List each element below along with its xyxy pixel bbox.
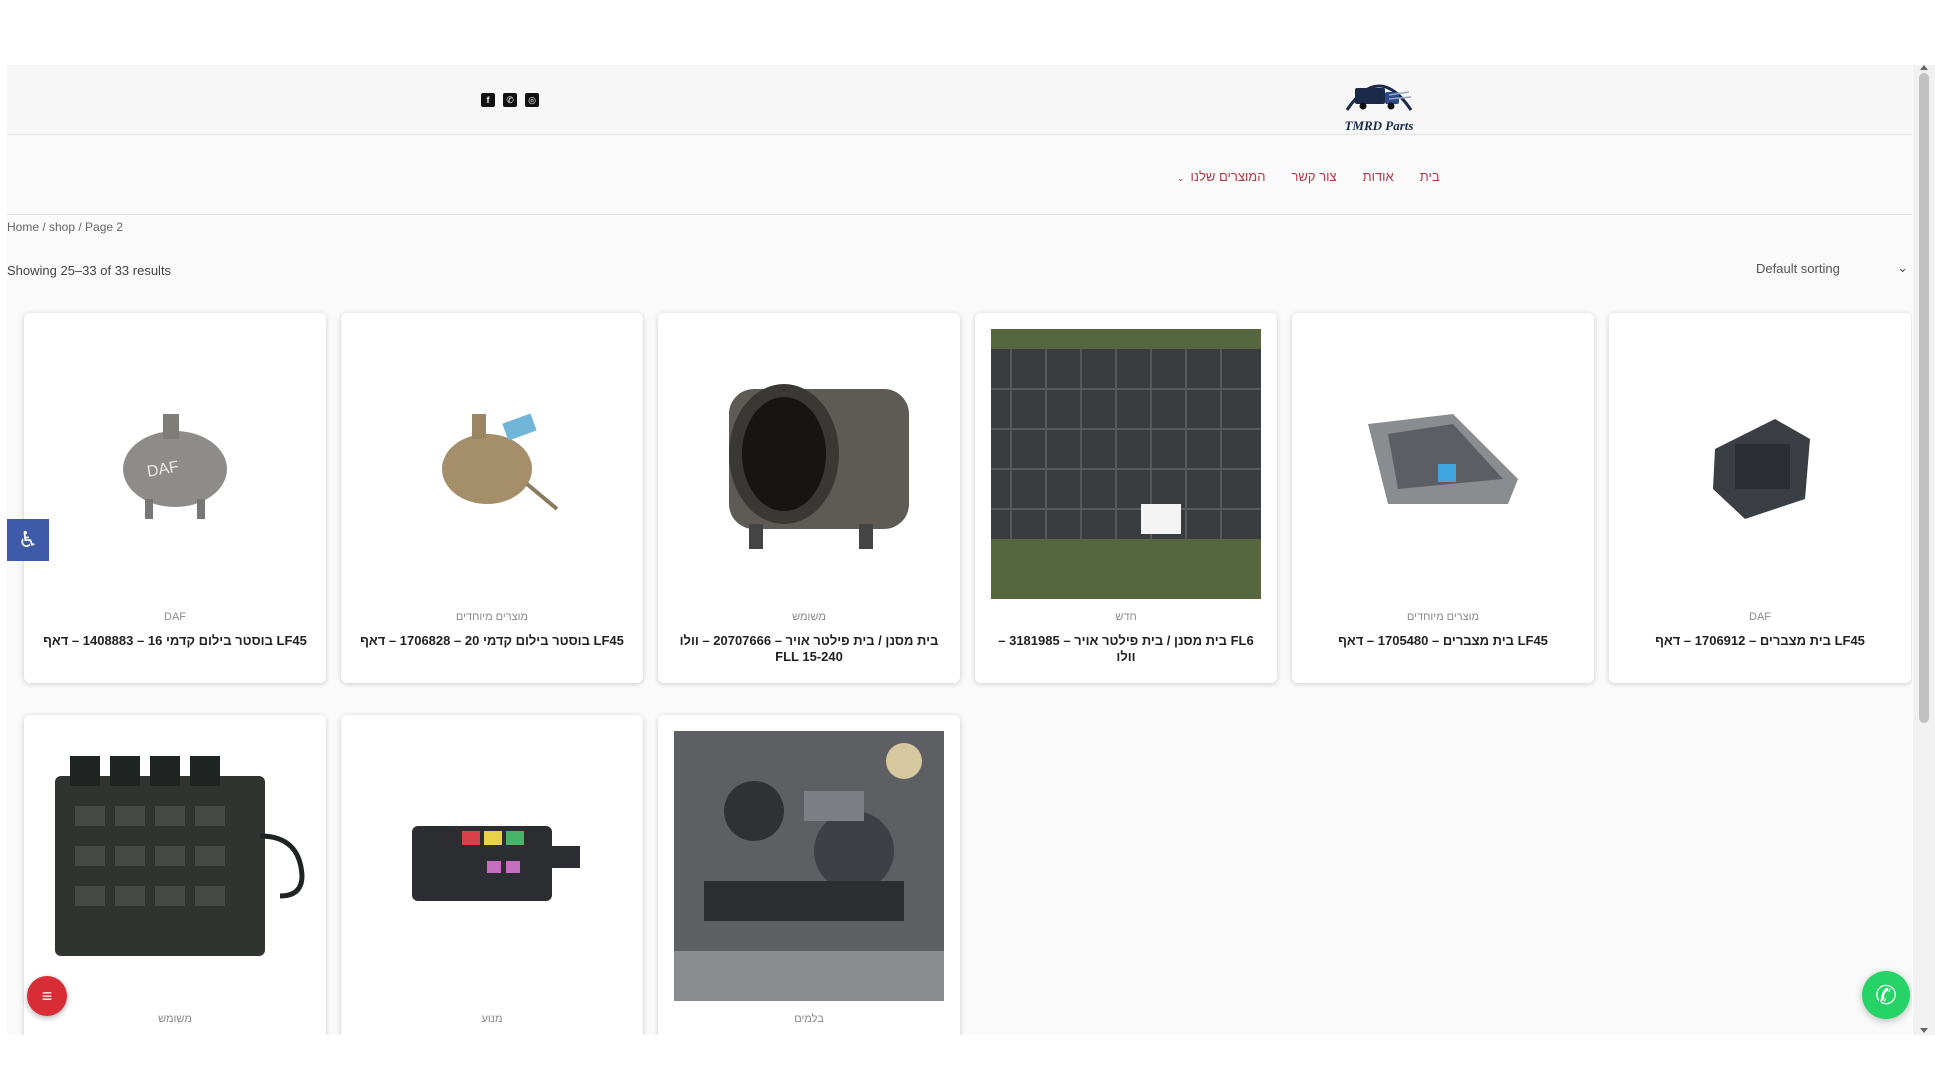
site-logo[interactable]: TMRD Parts [1329, 70, 1429, 133]
chevron-down-icon: ⌄ [1897, 260, 1908, 275]
whatsapp-icon[interactable]: ✆ [1862, 971, 1910, 1019]
product-card[interactable]: DAF DAF LF45 בוסטר בילום קדמי 16 – 14088… [24, 313, 326, 683]
product-card[interactable]: מנוע [341, 715, 643, 1035]
product-image[interactable] [40, 731, 310, 1001]
product-title[interactable]: LF45 בית מצברים – 1706912 – דאף [1623, 633, 1897, 649]
product-title[interactable]: LF45 בוסטר בילום קדמי 20 – 1706828 – דאף [355, 633, 629, 649]
accessibility-icon[interactable]: ♿ [7, 519, 49, 561]
product-image[interactable]: DAF [40, 329, 310, 599]
sorting-selected: Default sorting [1756, 260, 1840, 276]
product-title[interactable]: FL6 בית מסנן / בית פילטר אויר – 3181985 … [989, 633, 1263, 665]
breadcrumb[interactable]: Home / shop / Page 2 [7, 220, 123, 234]
product-card[interactable]: משומש בית מסנן / בית פילטר אויר – 207076… [658, 313, 960, 683]
nav-products-label: המוצרים שלנו [1190, 169, 1266, 184]
nav-products[interactable]: המוצרים שלנו ⌄ [1177, 169, 1265, 184]
instagram-icon[interactable]: ◎ [525, 93, 539, 107]
product-title[interactable]: LF45 בית מצברים – 1705480 – דאף [1306, 633, 1580, 649]
product-image[interactable] [357, 329, 627, 599]
product-category: DAF [1749, 611, 1771, 623]
product-image[interactable] [1625, 329, 1895, 599]
nav-about[interactable]: אודות [1363, 169, 1394, 184]
nav-contact[interactable]: צור קשר [1291, 169, 1336, 184]
sorting-select[interactable]: Default sorting ⌄ [1752, 258, 1912, 278]
page-viewport: f ✆ ◎ TMRD Parts בית אודות צור קשר המוצר… [7, 65, 1912, 1035]
product-category: מוצרים מיוחדים [1406, 611, 1480, 623]
product-title[interactable]: בית מסנן / בית פילטר אויר – 20707666 – ו… [672, 633, 946, 665]
main-nav: בית אודות צור קשר המוצרים שלנו ⌄ [7, 135, 1912, 215]
product-card[interactable]: מוצרים מיוחדים LF45 בוסטר בילום קדמי 20 … [341, 313, 643, 683]
product-card[interactable]: DAF LF45 בית מצברים – 1706912 – דאף [1609, 313, 1911, 683]
product-category: מוצרים מיוחדים [455, 611, 529, 623]
product-image[interactable] [991, 329, 1261, 599]
product-card[interactable]: חדש FL6 בית מסנן / בית פילטר אויר – 3181… [975, 313, 1277, 683]
scroll-up-icon[interactable] [1920, 65, 1928, 70]
product-category: DAF [164, 611, 186, 623]
product-image[interactable] [674, 329, 944, 599]
product-card[interactable]: בלמים [658, 715, 960, 1035]
product-title[interactable]: LF45 בוסטר בילום קדמי 16 – 1408883 – דאף [38, 633, 312, 649]
nav-home[interactable]: בית [1420, 169, 1440, 184]
product-category: משומש [792, 611, 826, 623]
menu-icon[interactable]: ≡ [27, 976, 67, 1016]
product-image[interactable] [1308, 329, 1578, 599]
result-count: Showing 25–33 of 33 results [7, 263, 172, 278]
product-image[interactable] [357, 731, 627, 1001]
truck-logo-icon [1345, 84, 1413, 111]
product-category: חדש [1115, 611, 1137, 623]
site-header: f ✆ ◎ TMRD Parts [7, 65, 1912, 135]
product-category: בלמים [794, 1013, 824, 1025]
product-category: מנוע [481, 1013, 503, 1025]
product-card[interactable]: משומש [24, 715, 326, 1035]
product-image[interactable] [674, 731, 944, 1001]
product-card[interactable]: מוצרים מיוחדים LF45 בית מצברים – 1705480… [1292, 313, 1594, 683]
facebook-icon[interactable]: f [481, 93, 495, 107]
logo-text: TMRD Parts [1344, 118, 1414, 133]
vertical-scrollbar[interactable] [1913, 65, 1935, 1035]
social-links: f ✆ ◎ [481, 93, 539, 107]
scroll-thumb[interactable] [1919, 73, 1929, 723]
product-category: משומש [158, 1013, 192, 1025]
scroll-down-icon[interactable] [1920, 1028, 1928, 1033]
whatsapp-icon[interactable]: ✆ [503, 93, 517, 107]
chevron-down-icon: ⌄ [1177, 173, 1185, 183]
